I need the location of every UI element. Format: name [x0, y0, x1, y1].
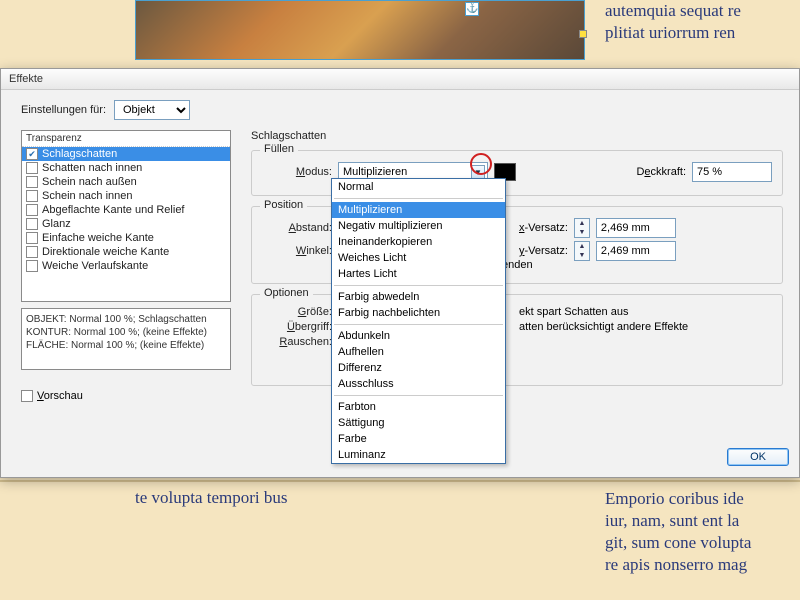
y-offset-field[interactable]: 2,469 mm — [596, 241, 676, 261]
effect-label: Abgeflachte Kante und Relief — [42, 204, 185, 216]
effect-checkbox[interactable] — [26, 218, 38, 230]
doc-text-right: autemquia sequat re plitiat uriorrum ren — [605, 0, 741, 44]
dropdown-item[interactable]: Ineinanderkopieren — [332, 234, 505, 250]
mode-label: Modus: — [262, 166, 332, 178]
opacity-field[interactable]: 75 % — [692, 162, 772, 182]
settings-for-label: Einstellungen für: — [21, 104, 106, 116]
effect-label: Schatten nach innen — [42, 162, 142, 174]
truncated-text: enden — [502, 259, 533, 271]
chevron-down-icon[interactable]: ▼ — [471, 165, 485, 179]
preview-label: Vorschau — [37, 390, 83, 402]
effect-label: Schein nach außen — [42, 176, 137, 188]
x-offset-label: x-Versatz: — [519, 222, 568, 234]
effect-label: Glanz — [42, 218, 71, 230]
effect-label: Direktionale weiche Kante — [42, 246, 169, 258]
effect-item[interactable]: ✔ Schlagschatten — [22, 147, 230, 161]
dropdown-item[interactable]: Weiches Licht — [332, 250, 505, 266]
dropdown-item[interactable]: Hartes Licht — [332, 266, 505, 282]
opacity-label: Deckkraft: — [636, 166, 686, 178]
ok-button[interactable]: OK — [727, 448, 789, 466]
x-offset-spinner[interactable]: ▲▼ — [574, 218, 590, 238]
effect-label: Schlagschatten — [42, 148, 117, 160]
effect-checkbox[interactable] — [26, 232, 38, 244]
dropdown-item[interactable]: Ausschluss — [332, 376, 505, 392]
group-position-title: Position — [260, 199, 307, 211]
object-info-box: OBJEKT: Normal 100 %; Schlagschatten KON… — [21, 308, 231, 370]
dropdown-separator — [334, 324, 503, 325]
effect-checkbox[interactable] — [26, 204, 38, 216]
preview-checkbox[interactable] — [21, 390, 33, 402]
effect-checkbox[interactable] — [26, 176, 38, 188]
dropdown-item[interactable]: Farbton — [332, 399, 505, 415]
anchor-icon: ⚓ — [465, 2, 479, 16]
group-options-title: Optionen — [260, 287, 313, 299]
effects-list[interactable]: Transparenz ✔ Schlagschatten Schatten nach… — [21, 130, 231, 302]
noise-label: Rauschen: — [262, 336, 332, 348]
effect-checkbox[interactable] — [26, 162, 38, 174]
size-label: Größe: — [262, 306, 332, 318]
divider — [0, 480, 800, 482]
dropdown-item[interactable]: Aufhellen — [332, 344, 505, 360]
dropdown-item[interactable]: Multiplizieren — [332, 202, 505, 218]
dialog-title: Effekte — [1, 69, 799, 90]
dropdown-item[interactable]: Luminanz — [332, 447, 505, 463]
dropdown-item[interactable]: Farbig nachbelichten — [332, 305, 505, 321]
dropdown-separator — [334, 395, 503, 396]
dropdown-item[interactable]: Abdunkeln — [332, 328, 505, 344]
effect-checkbox[interactable]: ✔ — [26, 148, 38, 160]
effect-checkbox[interactable] — [26, 246, 38, 258]
dropdown-item[interactable]: Sättigung — [332, 415, 505, 431]
y-offset-spinner[interactable]: ▲▼ — [574, 241, 590, 261]
dropdown-separator — [334, 285, 503, 286]
selected-image-frame[interactable] — [135, 0, 585, 60]
angle-label: Winkel: — [262, 245, 332, 257]
dropdown-separator — [334, 198, 503, 199]
distance-label: Abstand: — [262, 222, 332, 234]
effect-item[interactable]: Einfache weiche Kante — [22, 231, 230, 245]
y-offset-label: y-Versatz: — [519, 245, 568, 257]
option-note-1: ekt spart Schatten aus — [519, 306, 628, 318]
effect-label: Schein nach innen — [42, 190, 133, 202]
panel-section-title: Schlagschatten — [251, 130, 783, 142]
effect-item[interactable]: Direktionale weiche Kante — [22, 245, 230, 259]
effect-label: Einfache weiche Kante — [42, 232, 154, 244]
dropdown-item[interactable]: Normal — [332, 179, 505, 195]
effect-checkbox[interactable] — [26, 260, 38, 272]
effect-item[interactable]: Abgeflachte Kante und Relief — [22, 203, 230, 217]
dropdown-item[interactable]: Farbe — [332, 431, 505, 447]
effect-label: Weiche Verlaufskante — [42, 260, 148, 272]
group-fill-title: Füllen — [260, 143, 298, 155]
effect-checkbox[interactable] — [26, 190, 38, 202]
dropdown-item[interactable]: Negativ multiplizieren — [332, 218, 505, 234]
x-offset-field[interactable]: 2,469 mm — [596, 218, 676, 238]
effect-item[interactable]: Schein nach außen — [22, 175, 230, 189]
effect-item[interactable]: Schatten nach innen — [22, 161, 230, 175]
option-note-2: atten berücksichtigt andere Effekte — [519, 321, 688, 333]
list-header: Transparenz — [22, 131, 230, 147]
doc-text-bottom-right: Emporio coribus ide iur, nam, sunt ent l… — [605, 488, 751, 576]
doc-text-bottom-left: te volupta tempori bus — [135, 488, 288, 508]
effect-item[interactable]: Glanz — [22, 217, 230, 231]
mode-dropdown-menu[interactable]: Normal MultiplizierenNegativ multiplizier… — [331, 178, 506, 464]
spread-label: Übergriff: — [262, 321, 332, 333]
effect-item[interactable]: Weiche Verlaufskante — [22, 259, 230, 273]
settings-for-select[interactable]: Objekt — [114, 100, 190, 120]
effects-dialog: Effekte Einstellungen für: Objekt Transp… — [0, 68, 800, 478]
dropdown-item[interactable]: Differenz — [332, 360, 505, 376]
dropdown-item[interactable]: Farbig abwedeln — [332, 289, 505, 305]
effect-item[interactable]: Schein nach innen — [22, 189, 230, 203]
